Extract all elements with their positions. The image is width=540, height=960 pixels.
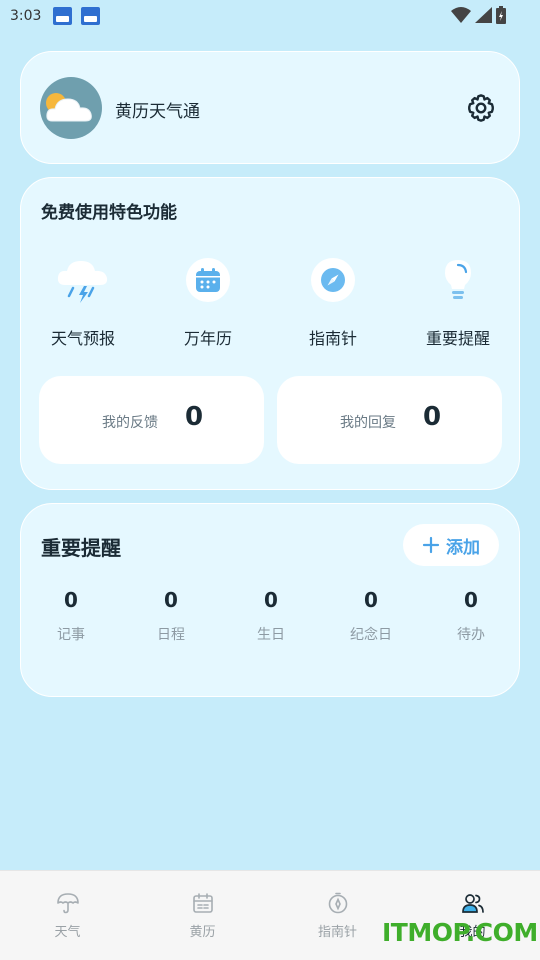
settings-button[interactable] (465, 92, 497, 124)
replies-box[interactable]: 我的回复 0 (277, 376, 502, 464)
calendar-icon (192, 893, 213, 913)
feature-calendar[interactable]: 万年历 (148, 250, 268, 350)
replies-count: 0 (423, 402, 442, 432)
reminders-title: 重要提醒 (41, 536, 121, 560)
feature-label: 重要提醒 (425, 329, 490, 348)
compass-icon (321, 268, 345, 292)
nav-label: 天气 (54, 925, 81, 940)
nav-label: 黄历 (189, 925, 216, 940)
count-notes[interactable]: 0 记事 (21, 588, 121, 644)
users-icon (461, 894, 484, 913)
count-label: 生日 (257, 627, 285, 643)
count-label: 纪念日 (350, 627, 392, 643)
avatar[interactable] (40, 77, 102, 139)
feature-weather[interactable]: 天气预报 (23, 250, 143, 350)
count-value: 0 (464, 588, 478, 612)
count-value: 0 (164, 588, 178, 612)
status-bar: 3:03 (0, 0, 540, 32)
notification-icon (81, 7, 101, 25)
add-label: 添加 (446, 537, 480, 558)
plus-icon (422, 536, 440, 554)
count-anniversary[interactable]: 0 纪念日 (321, 588, 421, 644)
count-label: 待办 (457, 627, 485, 643)
nav-label: 指南针 (317, 925, 357, 940)
storm-cloud-icon (57, 261, 108, 303)
battery-icon (496, 6, 506, 24)
feature-label: 万年历 (183, 329, 232, 348)
status-time: 3:03 (10, 8, 42, 24)
feedback-box[interactable]: 我的反馈 0 (39, 376, 264, 464)
feature-label: 天气预报 (50, 329, 115, 348)
lightbulb-icon (445, 260, 471, 299)
watermark: ITMOP.COM (382, 918, 538, 947)
app-name: 黄历天气通 (115, 102, 200, 122)
features-title: 免费使用特色功能 (41, 203, 177, 223)
notification-icon (53, 7, 73, 25)
umbrella-icon (56, 893, 79, 914)
count-todo[interactable]: 0 待办 (421, 588, 521, 644)
count-value: 0 (64, 588, 78, 612)
feature-label: 指南针 (308, 329, 357, 348)
count-value: 0 (264, 588, 278, 612)
wifi-icon (451, 7, 471, 23)
count-label: 日程 (157, 627, 185, 643)
feedback-label: 我的反馈 (102, 415, 158, 431)
count-value: 0 (364, 588, 378, 612)
count-label: 记事 (57, 627, 85, 643)
add-reminder-button[interactable]: 添加 (403, 524, 499, 566)
feature-reminder[interactable]: 重要提醒 (398, 250, 518, 350)
feedback-count: 0 (185, 402, 204, 432)
partly-cloudy-icon (46, 93, 92, 122)
gear-icon (468, 94, 494, 122)
feature-compass[interactable]: 指南针 (273, 250, 393, 350)
nav-almanac[interactable]: 黄历 (135, 891, 270, 940)
features-card: 免费使用特色功能 天气预报 万年历 指南针 重要提醒 我的反馈 0 我的回复 0 (20, 177, 520, 490)
compass-icon (328, 892, 347, 914)
calendar-icon (196, 268, 220, 292)
signal-icon (475, 7, 492, 23)
replies-label: 我的回复 (340, 415, 396, 431)
count-birthday[interactable]: 0 生日 (221, 588, 321, 644)
status-icons (451, 6, 506, 24)
reminders-card: 重要提醒 添加 0 记事 0 日程 0 生日 0 纪念日 0 待办 (20, 503, 520, 697)
profile-card: 黄历天气通 (20, 51, 520, 164)
count-schedule[interactable]: 0 日程 (121, 588, 221, 644)
nav-weather[interactable]: 天气 (0, 891, 135, 940)
